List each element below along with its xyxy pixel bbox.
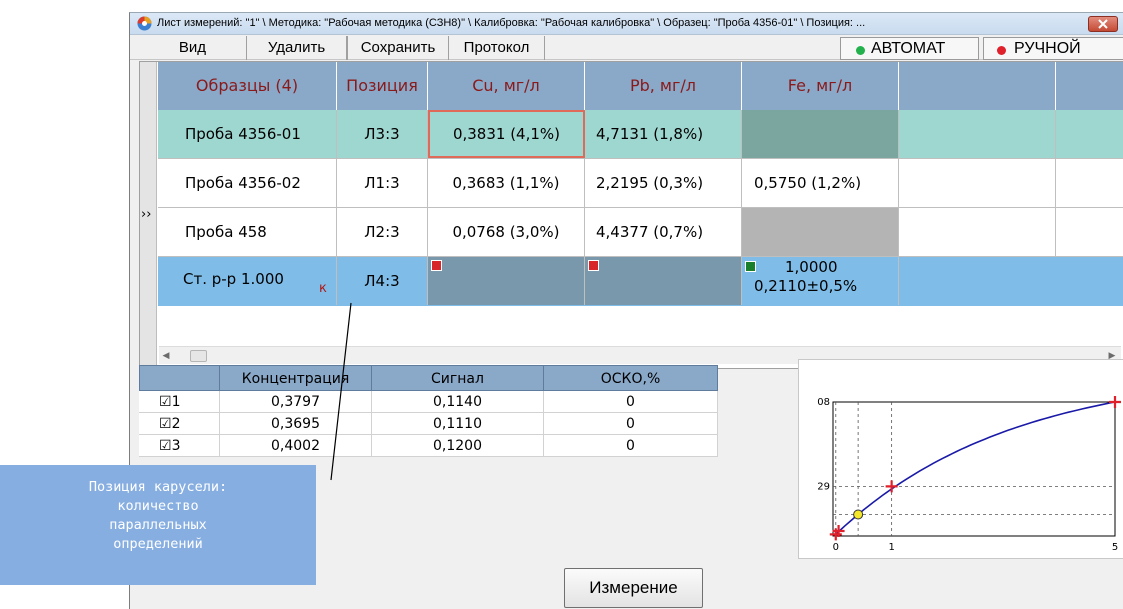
annotation-line: количество — [117, 498, 199, 514]
annotation-line: определений — [113, 536, 203, 552]
annotation-line: параллельных — [109, 517, 207, 533]
callout-pointer-line — [330, 302, 352, 481]
annotation-callout: Позиция карусели: количество параллельны… — [0, 465, 316, 585]
annotation-line: Позиция карусели: — [88, 479, 228, 495]
